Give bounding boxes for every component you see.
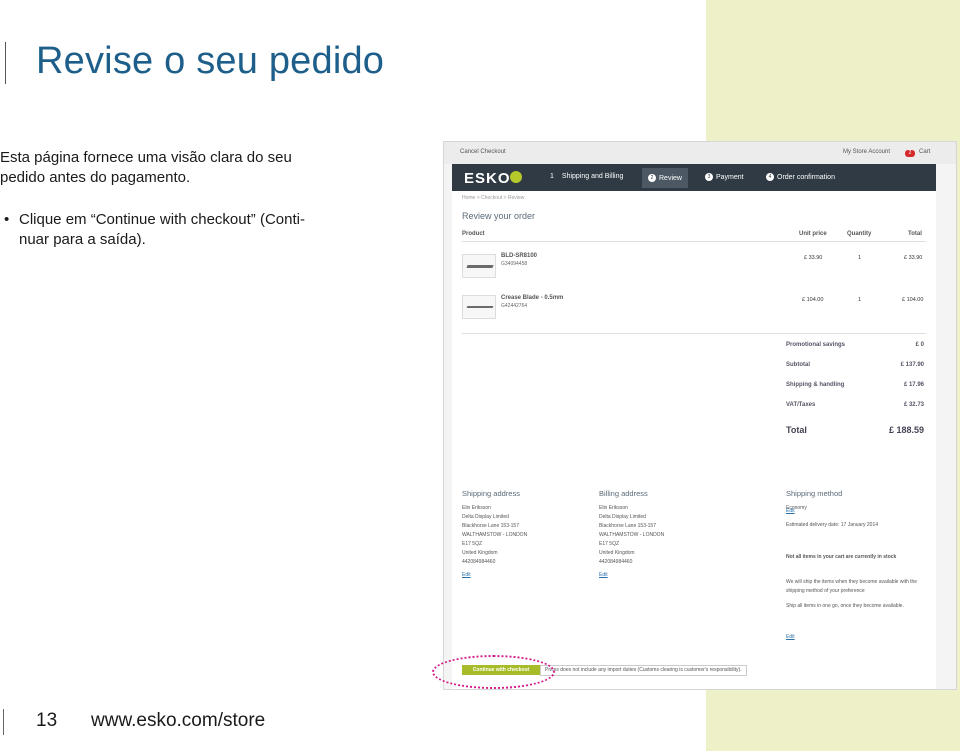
address-line: WALTHAMSTOW - LONDON xyxy=(599,532,665,538)
step-number: 4 xyxy=(766,173,774,181)
header-quantity: Quantity xyxy=(847,231,872,237)
address-line: E17 5QZ xyxy=(599,541,620,547)
store-topbar: Cancel Checkout My Store Account 2 Cart xyxy=(444,142,956,164)
step-order-confirmation[interactable]: 4 Order confirmation xyxy=(766,173,835,181)
bullet-line-1: Clique em “Continue with checkout” (Cont… xyxy=(19,211,305,228)
unit-price: £ 33.90 xyxy=(804,255,823,261)
product-sku: G34094458 xyxy=(501,261,528,267)
step-label: Review xyxy=(659,175,682,182)
shipping-method-value: Economy xyxy=(786,505,807,511)
step-label: Shipping and Billing xyxy=(561,173,624,180)
address-line: United Kingdom xyxy=(462,550,498,556)
address-line: Delta Display Limited xyxy=(462,514,509,520)
store-account-link[interactable]: My Store Account xyxy=(843,149,890,155)
billing-address-block: Elin Eriksson Delta Display Limited Blac… xyxy=(599,504,664,567)
bullet-icon: • xyxy=(4,211,10,228)
cart-count-badge: 2 xyxy=(905,150,915,157)
address-line: E17 5QZ xyxy=(462,541,483,547)
summary-label: Shipping & handling xyxy=(786,382,845,388)
divider xyxy=(462,333,926,334)
edit-shipping-address-link[interactable]: Edit xyxy=(462,572,471,578)
logo-mark-icon xyxy=(510,171,522,183)
header-total: Total xyxy=(908,231,922,237)
breadcrumb[interactable]: Home > Checkout > Review xyxy=(462,195,524,201)
delivery-estimate: Estimated delivery date: 17 January 2014 xyxy=(786,522,878,528)
highlight-ring xyxy=(432,655,555,689)
line-total: £ 104.00 xyxy=(902,297,924,303)
instruction-bullet: • Clique em “Continue with checkout” (Co… xyxy=(0,210,320,250)
summary-value: £ 0 xyxy=(915,342,924,348)
bullet-line-2: nuar para a saída). xyxy=(19,231,146,248)
billing-address-title: Billing address xyxy=(599,489,648,498)
address-line: United Kingdom xyxy=(599,550,635,556)
product-thumbnail[interactable] xyxy=(462,295,496,319)
esko-logo: ESKO xyxy=(464,170,511,187)
cancel-checkout-link[interactable]: Cancel Checkout xyxy=(460,149,506,155)
stock-notice: Not all items in your cart are currently… xyxy=(786,554,897,560)
intro-text: Esta página fornece uma visão clara do s… xyxy=(0,149,292,186)
line-total: £ 33.90 xyxy=(904,255,923,261)
address-line: 442084984460 xyxy=(462,559,496,565)
quantity: 1 xyxy=(858,297,862,303)
header-product: Product xyxy=(462,231,485,237)
footer-divider xyxy=(3,709,4,735)
step-payment[interactable]: 3 Payment xyxy=(705,173,744,181)
summary-label: Subtotal xyxy=(786,362,810,368)
product-name[interactable]: BLD-SR8100 xyxy=(501,253,537,259)
cart-link[interactable]: Cart xyxy=(919,149,930,155)
step-label: Order confirmation xyxy=(777,173,835,181)
summary-value: £ 32.73 xyxy=(903,402,924,408)
step-review[interactable]: 2 Review xyxy=(642,168,688,188)
address-line: Blackhorse Lane 153-157 xyxy=(462,523,519,529)
summary-value: £ 17.96 xyxy=(903,382,924,388)
product-sku: G42442764 xyxy=(501,303,528,309)
address-line: 442084984460 xyxy=(599,559,633,565)
step-number: 2 xyxy=(648,174,656,183)
summary-label: VAT/Taxes xyxy=(786,402,816,408)
checkout-steps-bar: ESKO 1 Shipping and Billing 2 Review 3 Paym… xyxy=(452,164,936,191)
blade-image xyxy=(466,265,494,268)
divider xyxy=(462,241,926,242)
edit-shipping-option-link[interactable]: Edit xyxy=(786,634,795,640)
review-heading: Review your order xyxy=(462,211,536,221)
edit-billing-address-link[interactable]: Edit xyxy=(599,572,608,578)
product-thumbnail[interactable] xyxy=(462,254,496,278)
page-number: 13 xyxy=(36,710,58,731)
address-line: Blackhorse Lane 153-157 xyxy=(599,523,656,529)
shipping-address-title: Shipping address xyxy=(462,489,520,498)
store-url[interactable]: www.esko.com/store xyxy=(91,710,265,732)
edit-shipping-method-link[interactable]: Edit xyxy=(786,508,795,514)
step-shipping-billing[interactable]: 1 Shipping and Billing xyxy=(550,173,623,180)
blade-image xyxy=(466,306,494,308)
address-line: Elin Eriksson xyxy=(599,505,628,511)
quantity: 1 xyxy=(858,255,862,261)
address-line: Elin Eriksson xyxy=(462,505,491,511)
address-line: WALTHAMSTOW - LONDON xyxy=(462,532,528,538)
summary-value: £ 137.90 xyxy=(900,362,924,368)
step-number: 3 xyxy=(705,173,713,181)
product-name[interactable]: Crease Blade - 0.5mm xyxy=(501,295,563,301)
header-unit-price: Unit price xyxy=(799,231,827,237)
step-label: Payment xyxy=(716,173,744,181)
shipping-option-partial[interactable]: We will ship the items when they become … xyxy=(786,578,936,595)
summary-label: Promotional savings xyxy=(786,342,846,348)
shipping-method-title: Shipping method xyxy=(786,489,843,498)
footer-accent-band xyxy=(706,690,960,751)
unit-price: £ 104.00 xyxy=(802,297,824,303)
address-line: Delta Display Limited xyxy=(599,514,646,520)
order-total-label: Total xyxy=(786,425,807,435)
step-number: 1 xyxy=(550,173,554,180)
import-duties-note: Prices does not include any import dutie… xyxy=(540,665,747,676)
shipping-option-complete[interactable]: Ship all items in one go, once they beco… xyxy=(786,602,936,611)
title-divider xyxy=(5,42,6,84)
shipping-address-block: Elin Eriksson Delta Display Limited Blac… xyxy=(462,504,527,567)
page-title: Revise o seu pedido xyxy=(36,40,385,82)
order-total-value: £ 188.59 xyxy=(888,425,924,435)
checkout-screenshot: Cancel Checkout My Store Account 2 Cart … xyxy=(443,141,957,690)
